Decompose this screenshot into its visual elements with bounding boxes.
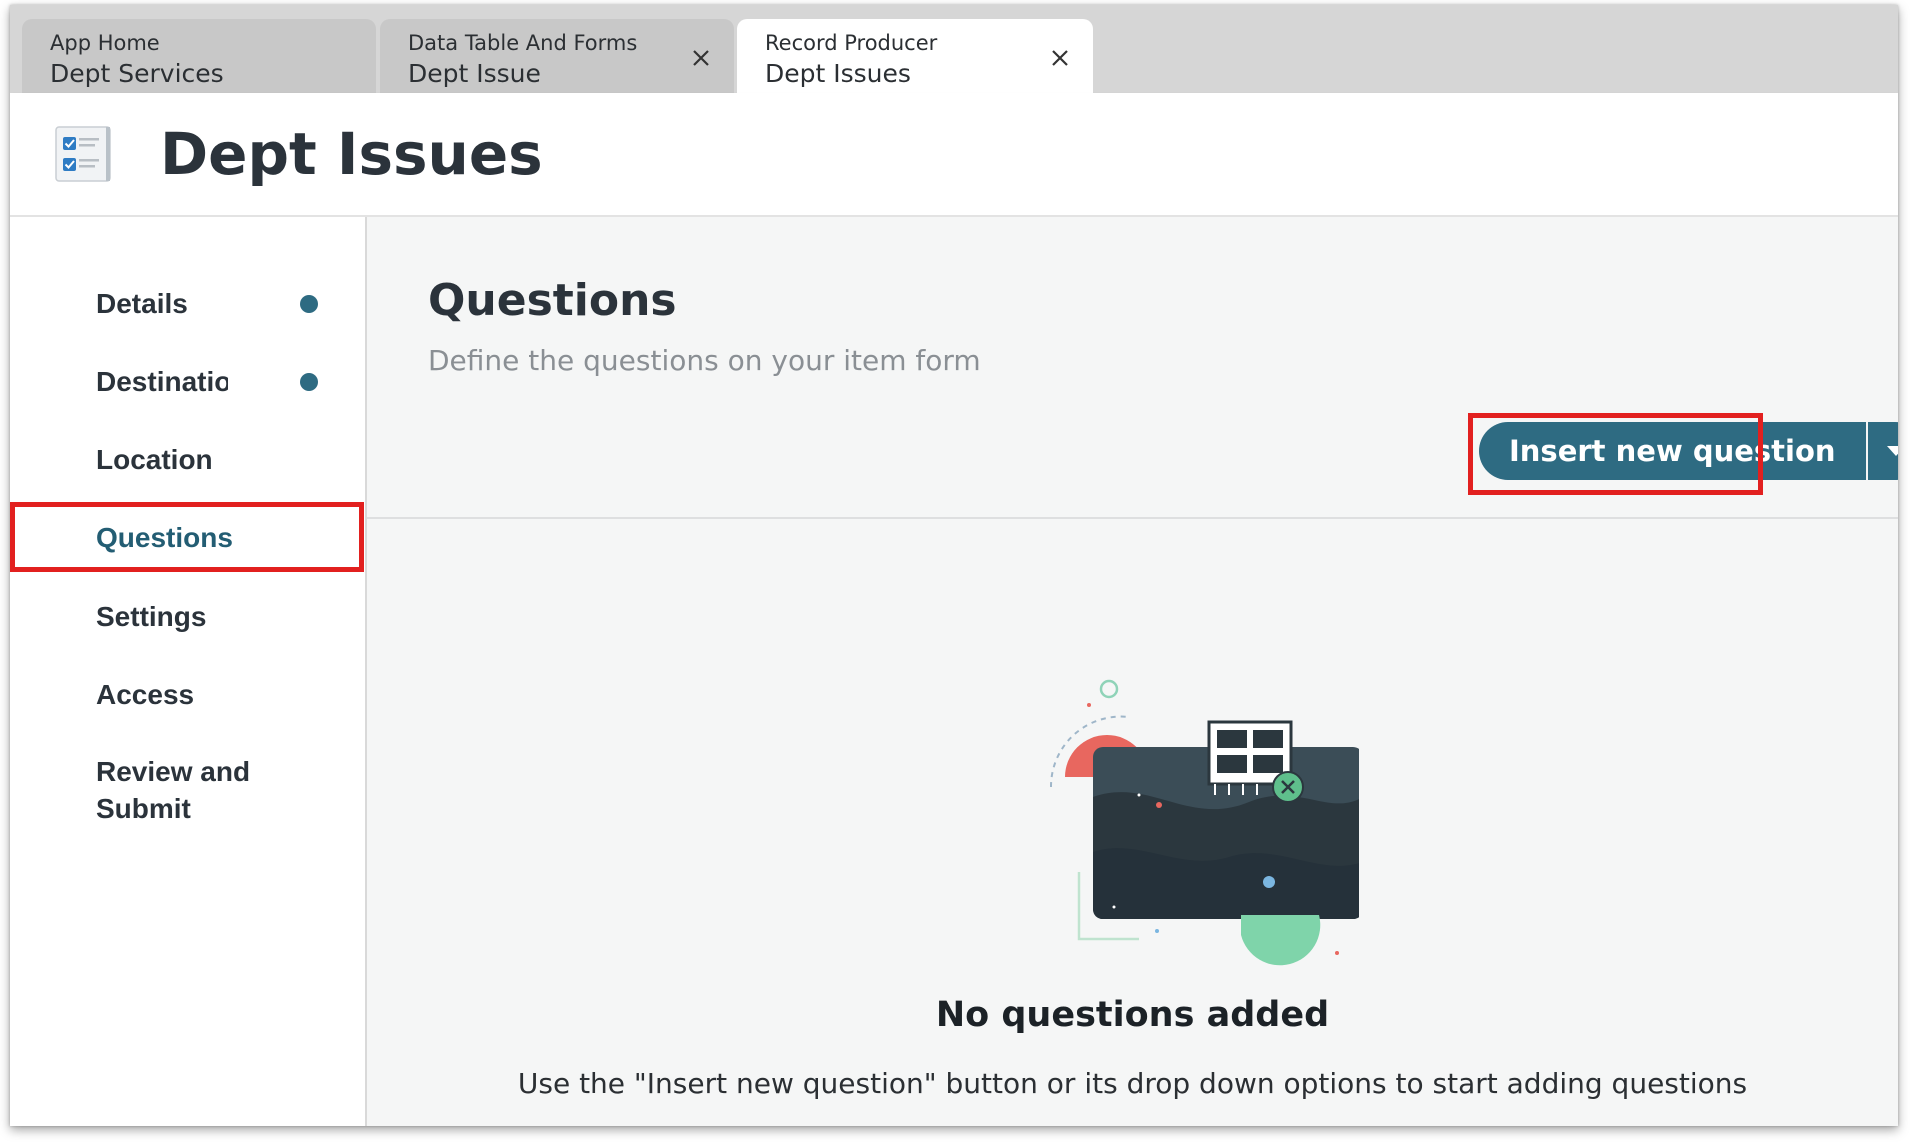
sidebar-item-label: Access — [96, 679, 195, 710]
empty-board-illustration — [1049, 679, 1359, 966]
empty-state-description: Use the "Insert new question" button or … — [517, 1067, 1748, 1100]
sidebar-item-label: Destination — [96, 366, 228, 397]
tab-title: App Home — [50, 31, 160, 55]
tab-title: Data Table And Forms — [408, 31, 638, 55]
tab-title: Record Producer — [765, 31, 938, 55]
section-title: Questions — [428, 275, 677, 326]
sidebar-item-questions[interactable]: Questions — [10, 519, 365, 556]
form-checklist-icon — [55, 126, 111, 182]
tab-subtitle: Dept Issue — [408, 59, 541, 88]
app-window: App Home Dept Services Data Table And Fo… — [10, 5, 1898, 1126]
close-icon[interactable] — [1049, 47, 1071, 69]
sidebar-item-review-and-submit[interactable]: Review and Submit — [10, 753, 310, 827]
main-content: Questions Define the questions on your i… — [367, 217, 1898, 1126]
tab-subtitle: Dept Issues — [765, 59, 911, 88]
insert-options-dropdown-button[interactable] — [1867, 422, 1898, 480]
tab-record-producer[interactable]: Record Producer Dept Issues — [737, 19, 1093, 93]
sidebar-item-label: Review and Submit — [96, 756, 251, 824]
sidebar-item-access[interactable]: Access — [10, 676, 365, 713]
section-subtitle: Define the questions on your item form — [428, 344, 981, 377]
sidebar: Details Destination Location Questions S… — [10, 217, 367, 1126]
sidebar-item-label: Location — [96, 444, 213, 475]
page-title: Dept Issues — [160, 120, 543, 188]
tab-bar: App Home Dept Services Data Table And Fo… — [10, 5, 1898, 93]
sidebar-item-destination[interactable]: Destination — [10, 363, 365, 400]
tab-app-home[interactable]: App Home Dept Services — [22, 19, 376, 93]
tab-data-table-and-forms[interactable]: Data Table And Forms Dept Issue — [380, 19, 734, 93]
insert-new-question-button[interactable]: Insert new question — [1479, 422, 1866, 480]
sidebar-item-details[interactable]: Details — [10, 285, 365, 322]
page-header: Dept Issues — [10, 93, 1898, 217]
sidebar-item-settings[interactable]: Settings — [10, 598, 365, 635]
caret-down-icon — [1886, 446, 1898, 456]
sidebar-item-label: Settings — [96, 601, 207, 632]
sidebar-item-location[interactable]: Location — [10, 441, 365, 478]
divider — [367, 517, 1898, 519]
insert-question-split-button: Insert new question — [1479, 422, 1898, 480]
sidebar-item-label: Details — [96, 288, 188, 319]
sidebar-item-label: Questions — [96, 522, 233, 553]
empty-state-title: No questions added — [935, 995, 1330, 1035]
close-icon[interactable] — [690, 47, 712, 69]
status-dot — [300, 373, 318, 391]
tab-subtitle: Dept Services — [50, 59, 224, 88]
status-dot — [300, 295, 318, 313]
